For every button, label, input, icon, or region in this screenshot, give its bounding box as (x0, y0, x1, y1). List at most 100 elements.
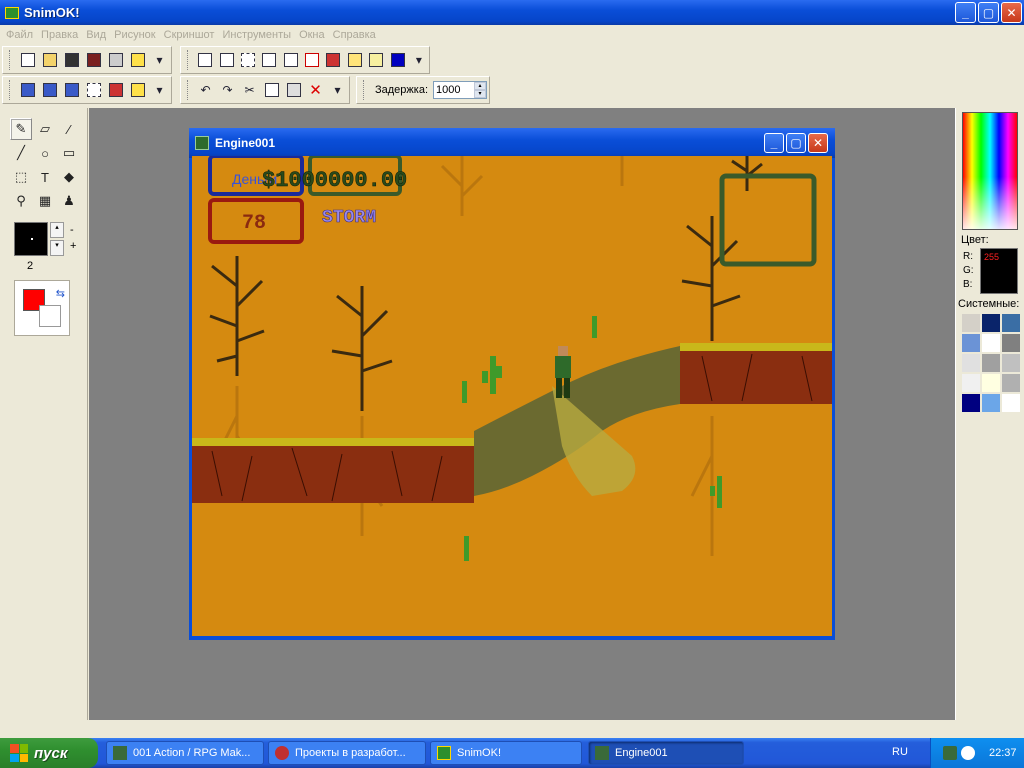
brush-minus[interactable]: - (70, 224, 74, 236)
minimize-button[interactable]: _ (955, 2, 976, 23)
palette-color-swatch[interactable] (981, 313, 1001, 333)
region-view-icon[interactable] (83, 80, 104, 101)
game-minimize-button[interactable]: _ (764, 133, 784, 153)
taskbar-item-snimok[interactable]: SnimOK! (430, 741, 582, 765)
menu-windows[interactable]: Окна (297, 29, 331, 41)
palette-color-swatch[interactable] (961, 333, 981, 353)
palette-color-swatch[interactable] (961, 353, 981, 373)
capture-toolbar: ▾ (180, 46, 430, 74)
clock[interactable]: 22:37 (989, 747, 1017, 759)
rectangle-icon[interactable]: ▭ (58, 142, 80, 164)
game-close-button[interactable]: ✕ (808, 133, 828, 153)
taskbar-item-001-action[interactable]: 001 Action / RPG Mak... (106, 741, 264, 765)
background-color[interactable] (39, 305, 61, 327)
palette-color-swatch[interactable] (981, 373, 1001, 393)
palette-color-swatch[interactable] (981, 353, 1001, 373)
ellipse-icon[interactable]: ○ (34, 142, 56, 164)
dropdown-chevron-icon[interactable]: ▾ (149, 50, 170, 71)
delay-spinner[interactable]: ▴ ▾ (474, 82, 487, 98)
palette-color-swatch[interactable] (1001, 353, 1021, 373)
palette-color-swatch[interactable] (981, 333, 1001, 353)
dropdown-chevron-icon[interactable]: ▾ (149, 80, 170, 101)
capture-window-icon[interactable] (216, 50, 236, 71)
start-button[interactable]: пуск (0, 738, 98, 768)
delete-icon[interactable]: ✕ (305, 80, 326, 101)
tray-app-icon[interactable] (943, 746, 957, 760)
brush-size-spinner[interactable]: ▴ ▾ (50, 222, 64, 256)
dropdown-chevron-icon[interactable]: ▾ (327, 80, 348, 101)
selection-icon[interactable]: ⬚ (10, 166, 32, 188)
swap-colors-icon[interactable]: ⇆ (56, 287, 65, 300)
cursor-icon[interactable] (323, 50, 343, 71)
window-view-2-icon[interactable] (39, 80, 60, 101)
toolbar-grip[interactable] (187, 50, 190, 70)
full-view-icon[interactable] (105, 80, 126, 101)
game-viewport[interactable]: Деньги $1000000.00 78 STORM (192, 156, 832, 636)
save-as-icon[interactable] (83, 50, 104, 71)
eraser-icon[interactable]: ▱ (34, 118, 56, 140)
delay-input[interactable]: 1000 ▴ ▾ (433, 81, 488, 99)
paste-icon[interactable] (283, 80, 304, 101)
palette-color-swatch[interactable] (1001, 333, 1021, 353)
capture-menu-icon[interactable] (302, 50, 322, 71)
eyedropper-icon[interactable]: ⁄ (58, 118, 80, 140)
cut-icon[interactable]: ✂ (239, 80, 260, 101)
palette-color-swatch[interactable] (1001, 393, 1021, 413)
taskbar-item-engine001[interactable]: Engine001 (588, 741, 744, 765)
menu-view[interactable]: Вид (84, 29, 112, 41)
menu-picture[interactable]: Рисунок (112, 29, 162, 41)
capture-screen-icon[interactable] (195, 50, 215, 71)
system-colors-label: Системные: (958, 298, 1020, 310)
windows-flag-icon (10, 744, 28, 762)
copy-icon[interactable] (261, 80, 282, 101)
fill-icon[interactable]: ◆ (58, 166, 80, 188)
window-view-3-icon[interactable] (61, 80, 82, 101)
color-spectrum[interactable] (962, 112, 1018, 230)
palette-color-swatch[interactable] (961, 313, 981, 333)
menu-file[interactable]: Файл (4, 29, 39, 41)
save-icon[interactable] (61, 50, 82, 71)
capture-scroll-icon[interactable] (280, 50, 300, 71)
palette-color-swatch[interactable] (961, 373, 981, 393)
redo-icon[interactable]: ↷ (217, 80, 238, 101)
menu-screenshot[interactable]: Скриншот (162, 29, 221, 41)
palette-color-swatch[interactable] (961, 393, 981, 413)
menu-tools[interactable]: Инструменты (220, 29, 297, 41)
open-folder-icon[interactable] (39, 50, 60, 71)
undo-icon[interactable]: ↶ (195, 80, 216, 101)
toolbar-grip[interactable] (9, 50, 12, 70)
toolbar-grip[interactable] (363, 80, 366, 100)
close-button[interactable]: ✕ (1001, 2, 1022, 23)
zoom-icon[interactable]: ⚲ (10, 190, 32, 212)
bulb-icon[interactable] (345, 50, 365, 71)
folder-icon[interactable] (127, 50, 148, 71)
pencil-icon[interactable]: ✎ (10, 118, 32, 140)
freehand-icon[interactable] (127, 80, 148, 101)
palette-color-swatch[interactable] (1001, 313, 1021, 333)
brush-plus[interactable]: + (70, 240, 76, 252)
capture-region-icon[interactable] (238, 50, 258, 71)
print-icon[interactable] (105, 50, 126, 71)
tray-network-icon[interactable] (961, 746, 975, 760)
game-maximize-button[interactable]: ▢ (786, 133, 806, 153)
new-file-icon[interactable] (17, 50, 38, 71)
menu-help[interactable]: Справка (331, 29, 382, 41)
palette-color-swatch[interactable] (981, 393, 1001, 413)
dropdown-chevron-icon[interactable]: ▾ (409, 50, 429, 71)
language-indicator[interactable]: RU (892, 746, 908, 758)
menu-edit[interactable]: Правка (39, 29, 84, 41)
brush-size-preview[interactable] (14, 222, 48, 256)
window-view-icon[interactable] (17, 80, 38, 101)
text-icon[interactable]: T (34, 166, 56, 188)
palette-color-swatch[interactable] (1001, 373, 1021, 393)
toolbar-grip[interactable] (187, 80, 190, 100)
toolbar-grip[interactable] (9, 80, 12, 100)
stamp-icon[interactable]: ♟ (58, 190, 80, 212)
line-icon[interactable]: ╱ (10, 142, 32, 164)
capture-object-icon[interactable] (259, 50, 279, 71)
color-icon[interactable] (387, 50, 407, 71)
spray-icon[interactable]: ▦ (34, 190, 56, 212)
maximize-button[interactable]: ▢ (978, 2, 999, 23)
eraser-tool-icon[interactable] (366, 50, 386, 71)
taskbar-item-projects[interactable]: Проекты в разработ... (268, 741, 426, 765)
